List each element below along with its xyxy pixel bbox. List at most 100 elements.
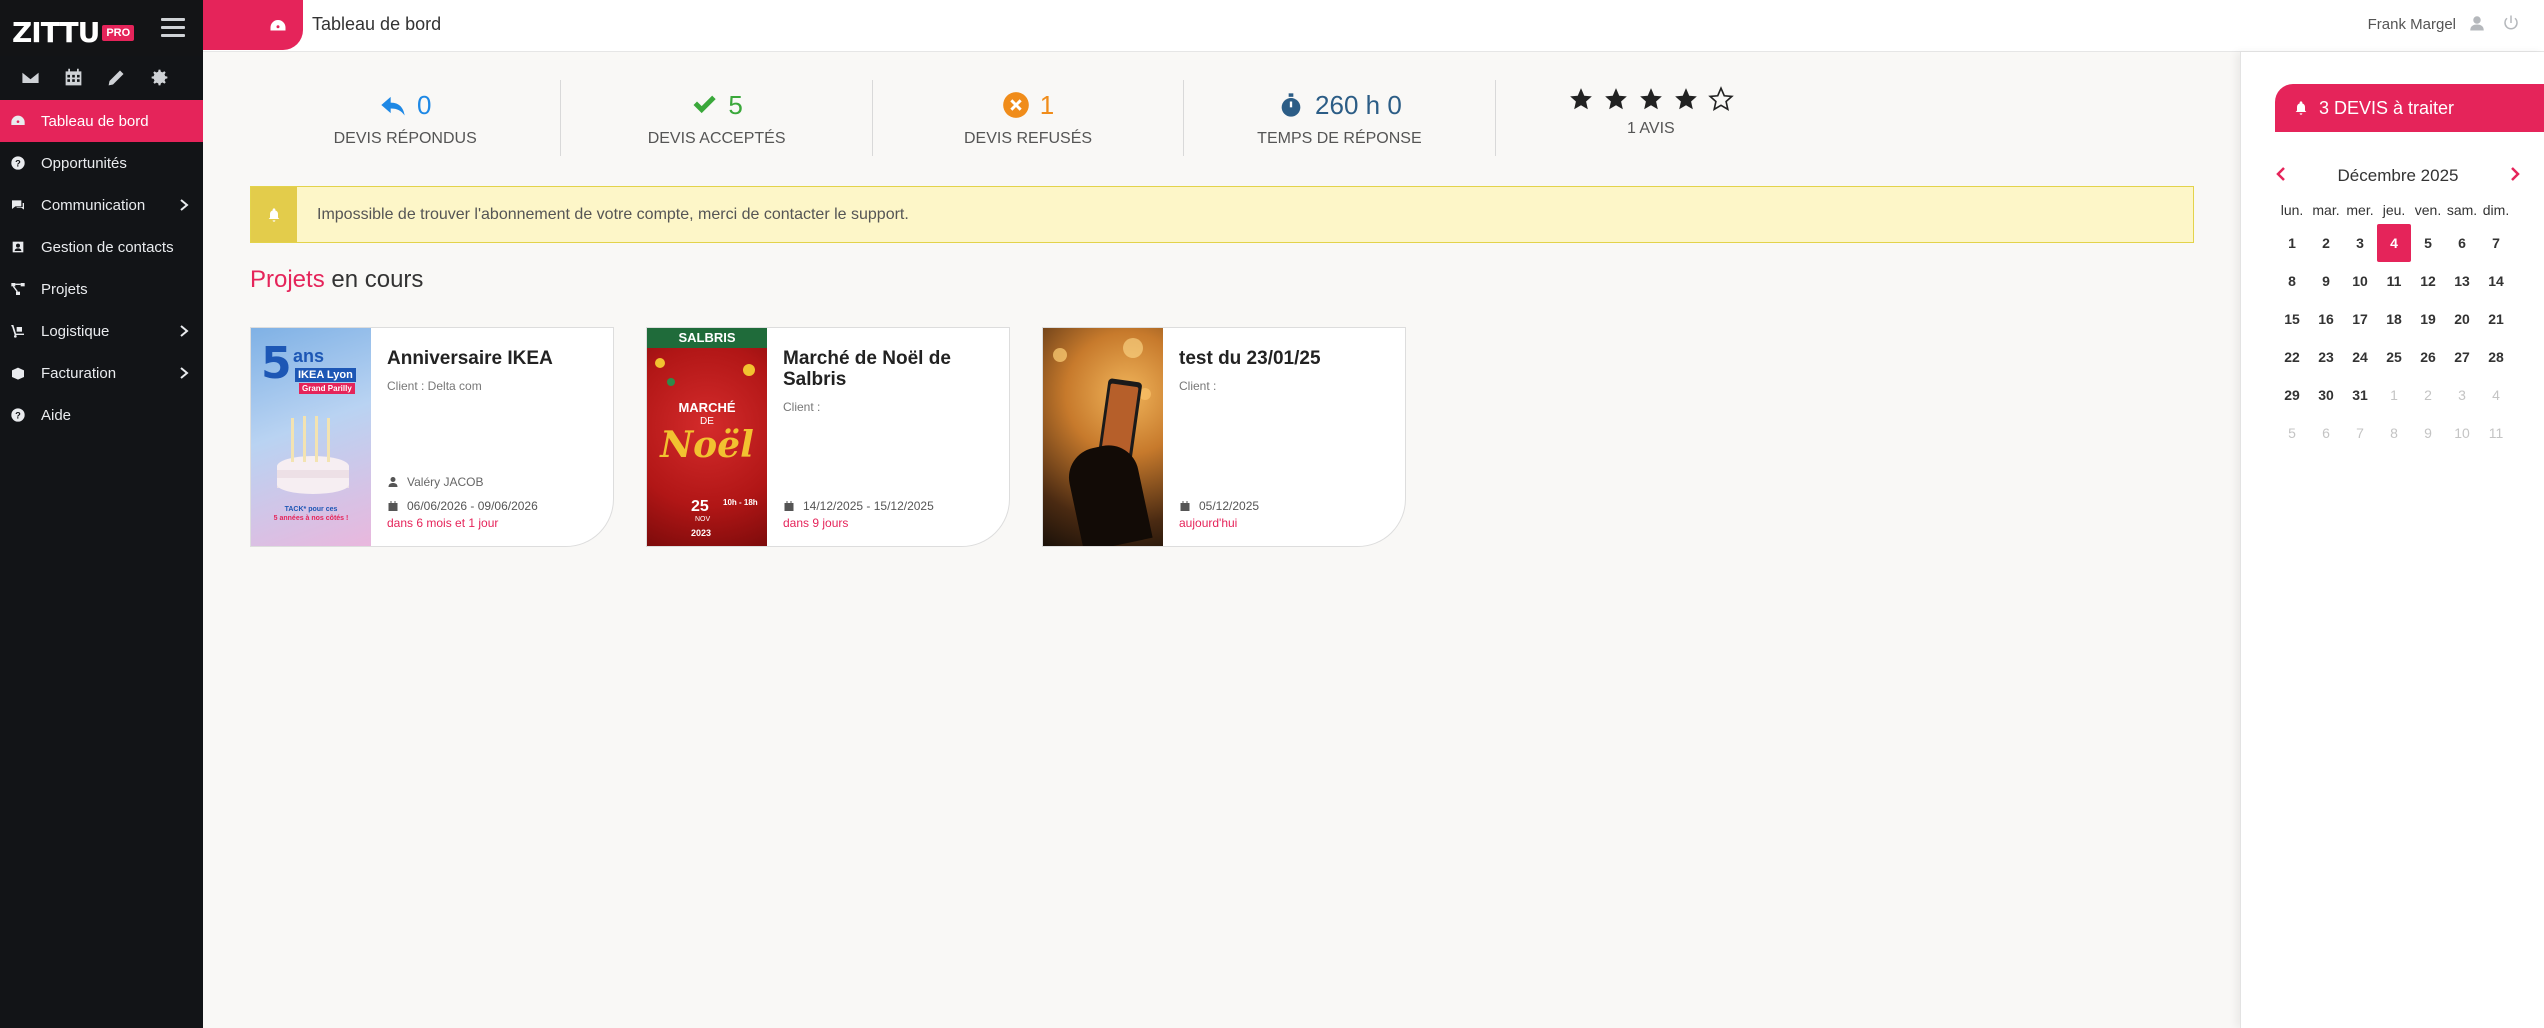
- calendar-day[interactable]: 3: [2445, 376, 2479, 414]
- user-name[interactable]: Frank Margel: [2368, 16, 2456, 33]
- project-title[interactable]: Marché de Noël de Salbris: [783, 348, 993, 390]
- calendar-day[interactable]: 1: [2377, 376, 2411, 414]
- sidebar-item-label: Tableau de bord: [41, 112, 149, 130]
- project-card[interactable]: 5 ans IKEA Lyon Grand Parilly TACK* pour…: [250, 327, 614, 547]
- image-text: 10h - 18h: [723, 498, 758, 507]
- sidebar-item-tableau-de-bord[interactable]: Tableau de bord: [0, 100, 203, 142]
- sidebar-item-aide[interactable]: ? Aide: [0, 394, 203, 436]
- project-manager-name: Valéry JACOB: [407, 475, 484, 489]
- calendar-icon: [1180, 501, 1190, 511]
- image-text: Noël: [660, 424, 754, 466]
- sidebar-item-logistique[interactable]: Logistique: [0, 310, 203, 352]
- star-empty-icon: [1708, 86, 1734, 111]
- calendar-day[interactable]: 5: [2275, 414, 2309, 452]
- calendar-day[interactable]: 22: [2275, 338, 2309, 376]
- calendar-day[interactable]: 30: [2309, 376, 2343, 414]
- calendar-day[interactable]: 15: [2275, 300, 2309, 338]
- sidebar-item-label: Projets: [41, 280, 88, 298]
- calendar-day[interactable]: 8: [2275, 262, 2309, 300]
- hamburger-menu-icon[interactable]: [161, 18, 185, 40]
- devis-button-label: 3 DEVIS à traiter: [2319, 97, 2455, 118]
- stat-value: 5: [728, 89, 743, 120]
- topbar: Tableau de bord Frank Margel: [203, 0, 2544, 52]
- image-text: NOV: [695, 516, 711, 523]
- image-text: 5: [261, 338, 292, 389]
- calendar-day[interactable]: 7: [2479, 224, 2513, 262]
- calendar-day[interactable]: 2: [2411, 376, 2445, 414]
- calendar-today[interactable]: 4: [2377, 224, 2411, 262]
- dashboard-tab[interactable]: [203, 0, 303, 50]
- calendar-day[interactable]: 29: [2275, 376, 2309, 414]
- calendar-day[interactable]: 25: [2377, 338, 2411, 376]
- sidebar-item-projets[interactable]: Projets: [0, 268, 203, 310]
- devis-to-process-button[interactable]: 3 DEVIS à traiter: [2275, 84, 2544, 132]
- user-icon[interactable]: [2468, 14, 2486, 34]
- calendar-month: Décembre 2025: [2337, 166, 2459, 185]
- calendar-weekday: mar.: [2312, 202, 2340, 218]
- calendar-day[interactable]: 19: [2411, 300, 2445, 338]
- calendar-day[interactable]: 9: [2411, 414, 2445, 452]
- calendar-day[interactable]: 1: [2275, 224, 2309, 262]
- project-dates-text: 14/12/2025 - 15/12/2025: [803, 499, 934, 513]
- calendar-day[interactable]: 31: [2343, 376, 2377, 414]
- project-relative-date: aujourd'hui: [1179, 516, 1238, 530]
- project-image: [1043, 328, 1163, 546]
- stat-label: DEVIS ACCEPTÉS: [647, 130, 786, 147]
- calendar-day[interactable]: 10: [2343, 262, 2377, 300]
- project-title[interactable]: test du 23/01/25: [1179, 348, 1389, 369]
- calendar-day[interactable]: 2: [2309, 224, 2343, 262]
- chevron-left-icon[interactable]: [2275, 166, 2287, 187]
- calendar-day[interactable]: 18: [2377, 300, 2411, 338]
- projects-list: 5 ans IKEA Lyon Grand Parilly TACK* pour…: [250, 327, 1406, 547]
- calendar-day[interactable]: 26: [2411, 338, 2445, 376]
- image-text: 25: [691, 498, 709, 515]
- calendar-day[interactable]: 4: [2479, 376, 2513, 414]
- calendar-day[interactable]: 6: [2309, 414, 2343, 452]
- calendar-day[interactable]: 21: [2479, 300, 2513, 338]
- calendar-day[interactable]: 11: [2479, 414, 2513, 452]
- calendar-day[interactable]: 5: [2411, 224, 2445, 262]
- calendar-day[interactable]: 7: [2343, 414, 2377, 452]
- calendar-day[interactable]: 4: [2377, 224, 2411, 262]
- calendar-day[interactable]: 27: [2445, 338, 2479, 376]
- stats-bar: 0 DEVIS RÉPONDUS 5 DEVIS ACCEPTÉS 1 DEVI…: [250, 80, 1806, 160]
- calendar-day[interactable]: 12: [2411, 262, 2445, 300]
- calendar-day[interactable]: 20: [2445, 300, 2479, 338]
- project-title[interactable]: Anniversaire IKEA: [387, 348, 597, 369]
- project-card[interactable]: SALBRIS MARCHÉ DE Noël 25 NOV 10h - 18h …: [646, 327, 1010, 547]
- pencil-icon[interactable]: [106, 67, 127, 93]
- logo[interactable]: ZITTU PRO: [12, 16, 135, 49]
- svg-text:?: ?: [15, 158, 21, 168]
- reply-icon: [381, 96, 405, 116]
- calendar-icon[interactable]: [63, 67, 84, 93]
- stat-label: DEVIS REFUSÉS: [964, 130, 1093, 147]
- project-relative-date: dans 9 jours: [783, 516, 849, 530]
- calendar-day[interactable]: 24: [2343, 338, 2377, 376]
- calendar-day[interactable]: 10: [2445, 414, 2479, 452]
- calendar-day[interactable]: 9: [2309, 262, 2343, 300]
- question-circle-icon: ?: [9, 406, 27, 424]
- project-client: Client :: [783, 400, 821, 414]
- calendar-day[interactable]: 13: [2445, 262, 2479, 300]
- sidebar-item-communication[interactable]: Communication: [0, 184, 203, 226]
- project-card[interactable]: test du 23/01/25 Client : 05/12/2025 auj…: [1042, 327, 1406, 547]
- calendar-day[interactable]: 8: [2377, 414, 2411, 452]
- calendar-day[interactable]: 6: [2445, 224, 2479, 262]
- power-icon[interactable]: [2502, 14, 2520, 34]
- sidebar-item-opportunites[interactable]: ? Opportunités: [0, 142, 203, 184]
- chevron-right-icon[interactable]: [2509, 166, 2521, 187]
- calendar-day[interactable]: 17: [2343, 300, 2377, 338]
- calendar-day[interactable]: 3: [2343, 224, 2377, 262]
- sidebar-item-label: Logistique: [41, 322, 110, 340]
- sidebar-item-facturation[interactable]: Facturation: [0, 352, 203, 394]
- calendar-day[interactable]: 16: [2309, 300, 2343, 338]
- calendar-day[interactable]: 11: [2377, 262, 2411, 300]
- envelope-icon[interactable]: [20, 67, 41, 93]
- calendar-day[interactable]: 28: [2479, 338, 2513, 376]
- user-icon: [388, 477, 398, 487]
- calendar-day[interactable]: 14: [2479, 262, 2513, 300]
- calendar-day[interactable]: 23: [2309, 338, 2343, 376]
- sidebar-item-gestion-de-contacts[interactable]: Gestion de contacts: [0, 226, 203, 268]
- gear-icon[interactable]: [149, 67, 170, 93]
- stat-rating: 1 AVIS: [1496, 80, 1806, 156]
